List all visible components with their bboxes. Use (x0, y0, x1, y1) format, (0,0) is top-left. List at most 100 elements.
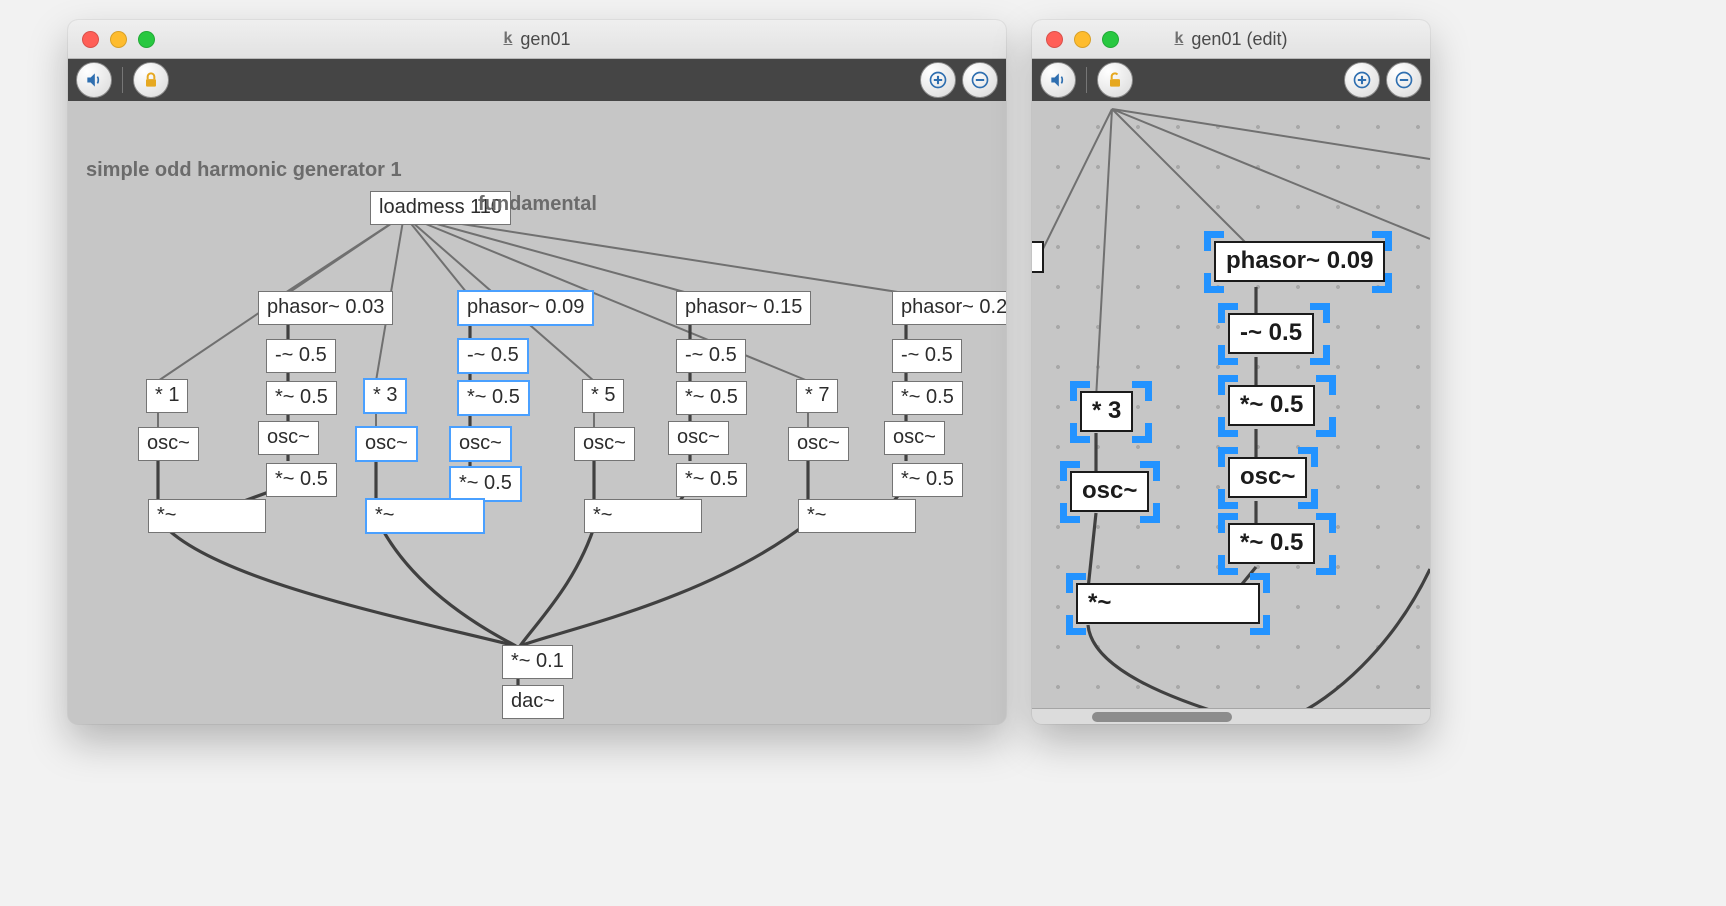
close-icon[interactable] (82, 31, 99, 48)
obj-mulhalf-2b[interactable]: *~ 0.5 (450, 467, 521, 501)
zoom-out-button[interactable] (962, 62, 998, 98)
selection-handle[interactable] (1250, 615, 1270, 635)
obj-osc-2[interactable]: osc~ (356, 427, 417, 461)
toolbar (68, 59, 1006, 101)
obj-mulhalf-3b[interactable]: *~ 0.5 (676, 463, 747, 497)
obj-mulsig-3[interactable]: *~ (584, 499, 702, 533)
selection-handle[interactable] (1372, 231, 1392, 251)
zoom-icon[interactable] (1102, 31, 1119, 48)
selection-handle[interactable] (1204, 273, 1224, 293)
app-icon: k (504, 30, 513, 48)
selection-handle[interactable] (1316, 375, 1336, 395)
obj-phasor-3[interactable]: phasor~ 0.15 (676, 291, 811, 325)
selection-handle[interactable] (1316, 417, 1336, 437)
selection-handle[interactable] (1218, 375, 1238, 395)
obj-phasor-2[interactable]: phasor~ 0.09 (458, 291, 593, 325)
selection-handle[interactable] (1218, 513, 1238, 533)
obj-dac[interactable]: dac~ (502, 685, 564, 719)
obj-osc-3t[interactable]: osc~ (668, 421, 729, 455)
obj-sub-3[interactable]: -~ 0.5 (676, 339, 746, 373)
selection-handle[interactable] (1298, 489, 1318, 509)
window-gen01: k gen01 (68, 20, 1006, 724)
close-icon[interactable] (1046, 31, 1063, 48)
zoom-in-button[interactable] (920, 62, 956, 98)
selection-handle[interactable] (1310, 303, 1330, 323)
obj-mult-2[interactable]: * 3 (364, 379, 406, 413)
obj-mulhalf-2a[interactable]: *~ 0.5 (458, 381, 529, 415)
scrollbar-horizontal[interactable] (1032, 708, 1430, 724)
obj-mulhalf-4a[interactable]: *~ 0.5 (892, 381, 963, 415)
obj-mulsig-1[interactable]: *~ (148, 499, 266, 533)
zoom-out-button[interactable] (1386, 62, 1422, 98)
selection-handle[interactable] (1066, 573, 1086, 593)
obj-osc-2t[interactable]: osc~ (450, 427, 511, 461)
selection-handle[interactable] (1316, 555, 1336, 575)
unlock-button[interactable] (1097, 62, 1133, 98)
obj-mult-4[interactable]: * 7 (796, 379, 838, 413)
selection-handle[interactable] (1218, 417, 1238, 437)
ebox-mulsig[interactable]: *~ (1076, 583, 1260, 624)
minimize-icon[interactable] (110, 31, 127, 48)
selection-handle[interactable] (1372, 273, 1392, 293)
obj-osc-1t[interactable]: osc~ (258, 421, 319, 455)
edit-canvas[interactable]: phasor~ 0.09 -~ 0.5 *~ 0.5 * 3 osc~ (1032, 101, 1430, 724)
audio-button[interactable] (1040, 62, 1076, 98)
obj-osc-3[interactable]: osc~ (574, 427, 635, 461)
obj-mulsig-4[interactable]: *~ (798, 499, 916, 533)
lock-button[interactable] (133, 62, 169, 98)
obj-osc-4[interactable]: osc~ (788, 427, 849, 461)
selection-handle[interactable] (1218, 303, 1238, 323)
obj-sub-4[interactable]: -~ 0.5 (892, 339, 962, 373)
obj-mulhalf-1b[interactable]: *~ 0.5 (266, 463, 337, 497)
selection-handle[interactable] (1060, 503, 1080, 523)
audio-button[interactable] (76, 62, 112, 98)
obj-phasor-4[interactable]: phasor~ 0.21 (892, 291, 1006, 325)
obj-gain[interactable]: *~ 0.1 (502, 645, 573, 679)
ebox-mulhalf-2[interactable]: *~ 0.5 (1228, 523, 1315, 564)
obj-mulhalf-4b[interactable]: *~ 0.5 (892, 463, 963, 497)
selection-handle[interactable] (1298, 447, 1318, 467)
selection-handle[interactable] (1070, 423, 1090, 443)
ebox-phasor[interactable]: phasor~ 0.09 (1214, 241, 1385, 282)
selection-handle[interactable] (1140, 503, 1160, 523)
obj-mult-1[interactable]: * 1 (146, 379, 188, 413)
patch-title-label: simple odd harmonic generator 1 (86, 159, 402, 182)
app-icon: k (1175, 30, 1184, 48)
obj-osc-4t[interactable]: osc~ (884, 421, 945, 455)
titlebar-edit[interactable]: k gen01 (edit) (1032, 20, 1430, 59)
selection-handle[interactable] (1132, 423, 1152, 443)
obj-mulsig-2[interactable]: *~ (366, 499, 484, 533)
obj-mulhalf-3a[interactable]: *~ 0.5 (676, 381, 747, 415)
ebox-osc[interactable]: osc~ (1070, 471, 1149, 512)
obj-sub-1[interactable]: -~ 0.5 (266, 339, 336, 373)
obj-phasor-1[interactable]: phasor~ 0.03 (258, 291, 393, 325)
selection-handle[interactable] (1310, 345, 1330, 365)
titlebar[interactable]: k gen01 (68, 20, 1006, 59)
ebox-sub[interactable]: -~ 0.5 (1228, 313, 1314, 354)
selection-handle[interactable] (1218, 345, 1238, 365)
selection-handle[interactable] (1060, 461, 1080, 481)
zoom-in-button[interactable] (1344, 62, 1380, 98)
selection-handle[interactable] (1250, 573, 1270, 593)
window-title-edit: gen01 (edit) (1191, 29, 1287, 50)
window-gen01-edit: k gen01 (edit) (1032, 20, 1430, 724)
obj-osc-1[interactable]: osc~ (138, 427, 199, 461)
selection-handle[interactable] (1204, 231, 1224, 251)
selection-handle[interactable] (1218, 489, 1238, 509)
selection-handle[interactable] (1140, 461, 1160, 481)
selection-handle[interactable] (1066, 615, 1086, 635)
obj-offscreen[interactable] (1032, 241, 1044, 273)
selection-handle[interactable] (1218, 447, 1238, 467)
minimize-icon[interactable] (1074, 31, 1091, 48)
ebox-mulhalf[interactable]: *~ 0.5 (1228, 385, 1315, 426)
selection-handle[interactable] (1070, 381, 1090, 401)
selection-handle[interactable] (1316, 513, 1336, 533)
ebox-osc-t[interactable]: osc~ (1228, 457, 1307, 498)
patch-canvas[interactable]: simple odd harmonic generator 1 loadmess… (68, 101, 1006, 724)
obj-sub-2[interactable]: -~ 0.5 (458, 339, 528, 373)
selection-handle[interactable] (1132, 381, 1152, 401)
obj-mulhalf-1a[interactable]: *~ 0.5 (266, 381, 337, 415)
selection-handle[interactable] (1218, 555, 1238, 575)
obj-mult-3[interactable]: * 5 (582, 379, 624, 413)
zoom-icon[interactable] (138, 31, 155, 48)
